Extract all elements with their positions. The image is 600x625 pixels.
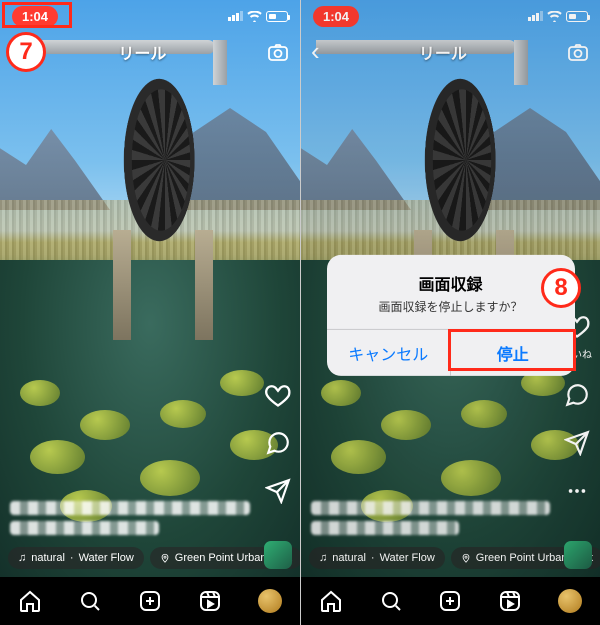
scene-pillar bbox=[195, 230, 213, 340]
reel-caption-blurred bbox=[10, 521, 159, 535]
reel-chips: ♫ natural · Water Flow Green Point Urban… bbox=[8, 547, 300, 569]
recording-indicator[interactable]: 1:04 bbox=[12, 6, 58, 27]
alert-title: 画面収録 bbox=[339, 270, 563, 294]
audio-track: Water Flow bbox=[79, 552, 134, 564]
scene-mountain bbox=[0, 120, 110, 210]
alert-message: 画面収録を停止しますか？ bbox=[339, 297, 563, 314]
reels-header: ‹ リール bbox=[0, 36, 300, 67]
lily-pad bbox=[160, 400, 206, 428]
scene-pillar bbox=[113, 230, 131, 340]
lily-pad bbox=[30, 440, 85, 474]
scene-wheel bbox=[124, 64, 195, 255]
like-button[interactable] bbox=[264, 381, 292, 409]
scene-waterwheel bbox=[95, 40, 235, 300]
tab-profile[interactable] bbox=[257, 588, 283, 614]
tab-home[interactable] bbox=[17, 588, 43, 614]
phone-left: 1:04 ‹ リール ♫ natural · bbox=[0, 0, 300, 625]
tab-bar bbox=[0, 577, 300, 625]
screen-recording-alert: 画面収録 画面収録を停止しますか？ キャンセル 停止 bbox=[327, 254, 575, 375]
wifi-icon bbox=[247, 11, 262, 22]
tab-profile[interactable] bbox=[557, 588, 583, 614]
back-button[interactable]: ‹ bbox=[10, 36, 19, 67]
lily-pad bbox=[20, 380, 60, 406]
battery-icon bbox=[266, 11, 288, 22]
tab-home[interactable] bbox=[318, 588, 344, 614]
chip-sep: · bbox=[70, 552, 74, 564]
tab-search[interactable] bbox=[378, 588, 404, 614]
lily-pad bbox=[140, 460, 200, 496]
tab-create[interactable] bbox=[437, 588, 463, 614]
tab-reels[interactable] bbox=[497, 588, 523, 614]
pin-icon bbox=[160, 552, 170, 564]
camera-icon[interactable] bbox=[266, 40, 290, 64]
header-title: リール bbox=[19, 40, 266, 64]
action-rail bbox=[264, 381, 292, 505]
share-button[interactable] bbox=[264, 477, 292, 505]
remix-audio-button[interactable] bbox=[264, 541, 292, 569]
phone-right: 1:04 ‹ リール いいね ♫ natural bbox=[300, 0, 600, 625]
reel-video-frame[interactable] bbox=[0, 0, 300, 577]
status-icons bbox=[228, 11, 288, 22]
alert-stop-button[interactable]: 停止 bbox=[450, 329, 575, 375]
status-bar: 1:04 bbox=[0, 0, 300, 32]
music-note-icon: ♫ bbox=[18, 552, 26, 564]
tab-reels[interactable] bbox=[197, 588, 223, 614]
screenshot-pair: 1:04 ‹ リール ♫ natural · bbox=[0, 0, 600, 625]
alert-buttons: キャンセル 停止 bbox=[327, 328, 575, 375]
lily-pad bbox=[80, 410, 130, 440]
tab-create[interactable] bbox=[137, 588, 163, 614]
comment-button[interactable] bbox=[264, 429, 292, 457]
audio-chip[interactable]: ♫ natural · Water Flow bbox=[8, 547, 144, 569]
reel-username-blurred bbox=[10, 501, 250, 515]
alert-cancel-button[interactable]: キャンセル bbox=[327, 329, 451, 375]
audio-artist: natural bbox=[31, 552, 65, 564]
tab-search[interactable] bbox=[77, 588, 103, 614]
cellular-icon bbox=[228, 11, 243, 21]
avatar-icon bbox=[258, 589, 282, 613]
avatar-icon bbox=[558, 589, 582, 613]
tab-bar bbox=[301, 577, 600, 625]
reel-meta bbox=[10, 501, 250, 541]
alert-header: 画面収録 画面収録を停止しますか？ bbox=[327, 254, 575, 328]
lily-pad bbox=[220, 370, 264, 396]
